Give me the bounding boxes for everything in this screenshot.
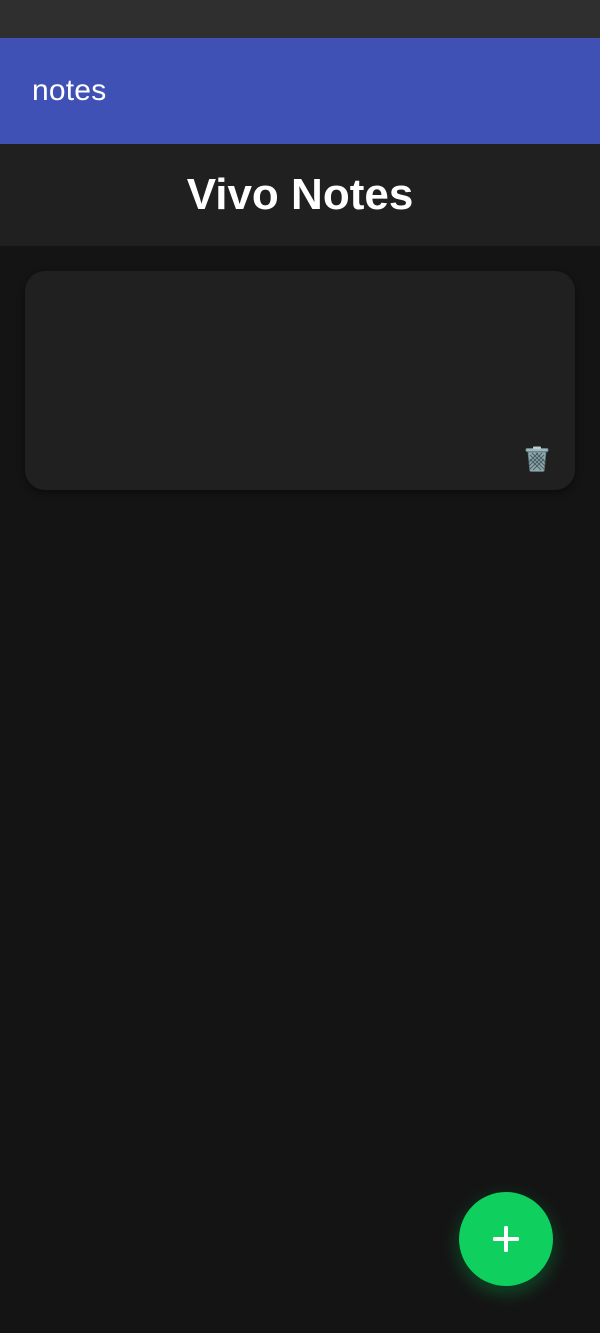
page-header: Vivo Notes (0, 144, 600, 246)
trash-can-icon (525, 446, 549, 472)
delete-note-button[interactable] (523, 444, 551, 474)
plus-icon (493, 1226, 519, 1252)
page-title: Vivo Notes (186, 170, 414, 219)
add-note-button[interactable] (459, 1192, 553, 1286)
note-list (25, 271, 575, 490)
note-card[interactable] (25, 271, 575, 490)
screen: notes Vivo Notes (0, 0, 600, 1333)
status-bar (0, 0, 600, 38)
app-bar: notes (0, 38, 600, 144)
app-bar-title: notes (32, 74, 107, 107)
